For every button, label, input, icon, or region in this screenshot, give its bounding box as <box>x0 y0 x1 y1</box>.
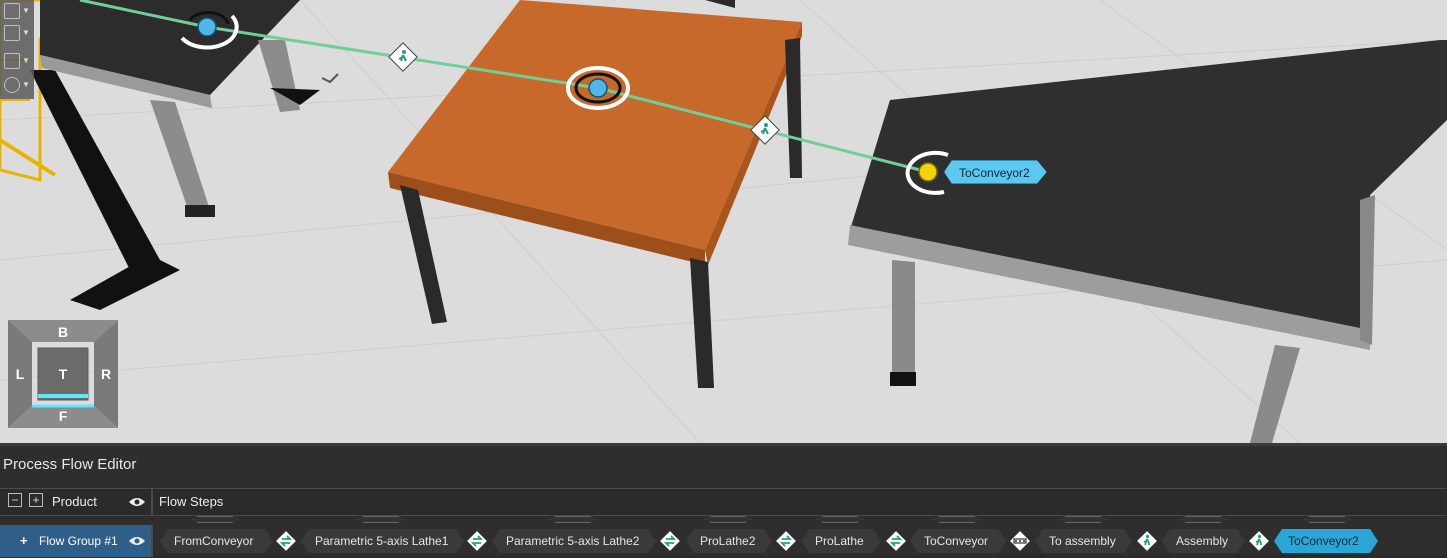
flow-steps-row: + Flow Group #1 FromConveyor Parametric … <box>0 515 1447 558</box>
viewport-toolbar: ▼ ▼ ▼ ▼ <box>0 0 34 99</box>
view-cube[interactable]: B L T R F <box>8 320 118 428</box>
step-tab <box>817 516 863 523</box>
flow-step[interactable]: ToConveyor <box>910 529 1006 553</box>
transfer-icon[interactable] <box>276 531 296 551</box>
grid-icon <box>4 2 20 19</box>
flow-step[interactable]: ProLathe <box>801 529 881 553</box>
step-tab <box>1304 516 1350 523</box>
target-icon <box>4 52 20 69</box>
flow-group-item[interactable]: + Flow Group #1 <box>0 525 153 557</box>
process-flow-editor: Process Flow Editor − + Product Flow Ste… <box>0 443 1447 558</box>
human-walk-icon[interactable] <box>388 42 418 72</box>
3d-viewport[interactable]: ▼ ▼ ▼ ▼ B L T R F ToConveyor2 <box>0 0 1447 443</box>
flow-step[interactable]: Assembly <box>1162 529 1245 553</box>
sphere-icon <box>4 76 20 93</box>
step-tab <box>1180 516 1226 523</box>
view-cube-front[interactable]: F <box>38 406 88 426</box>
view-cube-back[interactable]: B <box>38 322 88 342</box>
chevron-down-icon: ▼ <box>22 5 30 15</box>
wooden-table <box>388 0 802 388</box>
chevron-down-icon: ▼ <box>22 55 30 65</box>
human-walk-icon[interactable] <box>1249 531 1269 551</box>
eye-icon[interactable] <box>129 497 145 507</box>
flow-point-2[interactable] <box>566 66 630 110</box>
transfer-icon[interactable] <box>776 531 796 551</box>
measure-button[interactable]: ▼ <box>2 22 30 42</box>
grid-snap-button[interactable]: ▼ <box>2 0 30 20</box>
panel-title: Process Flow Editor <box>3 456 137 473</box>
transfer-icon[interactable] <box>467 531 487 551</box>
scene-canvas[interactable] <box>0 0 1447 443</box>
editor-header: − + Product Flow Steps <box>0 488 1447 516</box>
flow-step[interactable]: To assembly <box>1035 529 1132 553</box>
render-mode-button[interactable]: ▼ <box>2 74 30 94</box>
ruler-icon <box>4 24 20 41</box>
conveyor-icon[interactable] <box>1010 531 1030 551</box>
axis-marker-icon <box>321 73 339 84</box>
flow-steps-label: Flow Steps <box>159 494 224 509</box>
flow-step[interactable]: FromConveyor <box>160 529 273 553</box>
eye-icon[interactable] <box>129 536 145 546</box>
product-label: Product <box>52 494 97 509</box>
human-walk-icon[interactable] <box>1137 531 1157 551</box>
chevron-down-icon: ▼ <box>22 27 30 37</box>
view-cube-left[interactable]: L <box>8 350 32 398</box>
conveyor-1 <box>40 0 320 217</box>
expand-all-button[interactable]: + <box>29 493 43 507</box>
conveyor-2 <box>848 40 1447 443</box>
snap-button[interactable]: ▼ <box>2 50 30 70</box>
flow-step[interactable]: Parametric 5-axis Lathe2 <box>492 529 656 553</box>
step-tab <box>705 516 751 523</box>
view-cube-top[interactable]: T <box>38 348 88 400</box>
step-tab <box>550 516 596 523</box>
flow-step[interactable]: Parametric 5-axis Lathe1 <box>301 529 464 553</box>
flow-group-label: Flow Group #1 <box>39 534 118 548</box>
flow-step[interactable]: ProLathe2 <box>686 529 772 553</box>
step-tab <box>934 516 980 523</box>
flow-step-selected[interactable]: ToConveyor2 <box>1274 529 1378 553</box>
view-cube-right[interactable]: R <box>94 350 118 398</box>
add-icon[interactable]: + <box>20 533 28 548</box>
transfer-icon[interactable] <box>660 531 680 551</box>
step-tab <box>192 516 238 523</box>
step-tab <box>358 516 404 523</box>
transfer-icon[interactable] <box>886 531 906 551</box>
chevron-down-icon: ▼ <box>22 79 30 89</box>
product-header: − + Product <box>0 489 153 515</box>
collapse-all-button[interactable]: − <box>8 493 22 507</box>
flow-point-label[interactable]: ToConveyor2 <box>944 160 1047 184</box>
step-tab <box>1060 516 1106 523</box>
